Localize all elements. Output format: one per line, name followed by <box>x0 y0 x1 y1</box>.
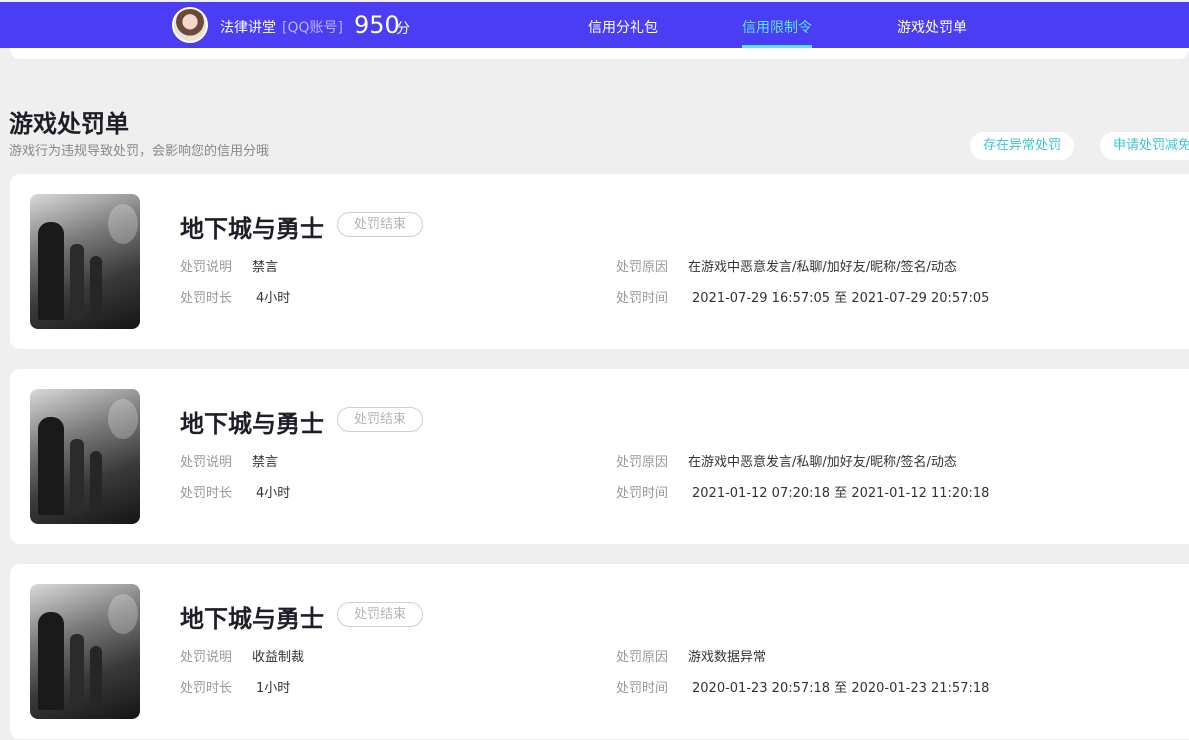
penalty-time-label: 处罚时间 <box>616 486 669 501</box>
penalty-card: 地下城与勇士 处罚结束 处罚说明 禁言 处罚时长 4小时 处罚原因 在游戏中恶意… <box>10 369 1189 544</box>
game-title: 地下城与勇士 <box>180 410 324 438</box>
account-type: [QQ账号] <box>282 20 343 36</box>
penalty-desc-value: 禁言 <box>252 260 279 275</box>
penalty-desc-label: 处罚说明 <box>180 260 233 275</box>
penalty-time-label: 处罚时间 <box>616 291 669 306</box>
status-badge: 处罚结束 <box>337 602 423 627</box>
game-thumbnail <box>30 194 140 329</box>
penalty-desc-label: 处罚说明 <box>180 455 233 470</box>
tab-credit-gift[interactable]: 信用分礼包 <box>588 17 658 37</box>
tab-credit-restriction[interactable]: 信用限制令 <box>742 17 812 37</box>
penalty-desc-value: 禁言 <box>252 455 279 470</box>
penalty-duration-label: 处罚时长 <box>180 486 233 501</box>
penalty-duration-label: 处罚时长 <box>180 291 233 306</box>
abnormal-penalty-button[interactable]: 存在异常处罚 <box>970 132 1075 160</box>
penalty-time-value: 2020-01-23 20:57:18 至 2020-01-23 21:57:1… <box>692 681 990 696</box>
game-thumbnail <box>30 389 140 524</box>
penalty-reason-value: 游戏数据异常 <box>688 650 767 665</box>
penalty-desc-value: 收益制裁 <box>252 650 305 665</box>
section-subtitle: 游戏行为违规导致处罚，会影响您的信用分哦 <box>9 144 270 159</box>
game-title: 地下城与勇士 <box>180 605 324 633</box>
top-bar: 法律讲堂 [QQ账号] 950 分 信用分礼包 信用限制令 游戏处罚单 <box>0 2 1189 48</box>
penalty-reason-label: 处罚原因 <box>616 260 669 275</box>
penalty-time-value: 2021-01-12 07:20:18 至 2021-01-12 11:20:1… <box>692 486 990 501</box>
penalty-duration-label: 处罚时长 <box>180 681 233 696</box>
penalty-reason-label: 处罚原因 <box>616 650 669 665</box>
game-title: 地下城与勇士 <box>180 215 324 243</box>
top-panel <box>10 48 1189 59</box>
apply-reduction-button[interactable]: 申请处罚减免 <box>1100 132 1189 160</box>
penalty-card: 地下城与勇士 处罚结束 处罚说明 收益制裁 处罚时长 1小时 处罚原因 游戏数据… <box>10 564 1189 739</box>
penalty-duration-value: 4小时 <box>256 291 291 306</box>
penalty-reason-value: 在游戏中恶意发言/私聊/加好友/昵称/签名/动态 <box>688 260 957 275</box>
penalty-time-value: 2021-07-29 16:57:05 至 2021-07-29 20:57:0… <box>692 291 990 306</box>
credit-score-unit: 分 <box>396 21 410 37</box>
penalty-time-label: 处罚时间 <box>616 681 669 696</box>
penalty-duration-value: 4小时 <box>256 486 291 501</box>
status-badge: 处罚结束 <box>337 407 423 432</box>
section-title: 游戏处罚单 <box>9 110 129 138</box>
penalty-duration-value: 1小时 <box>256 681 291 696</box>
penalty-reason-label: 处罚原因 <box>616 455 669 470</box>
avatar[interactable] <box>172 7 208 43</box>
penalty-desc-label: 处罚说明 <box>180 650 233 665</box>
username: 法律讲堂 <box>220 20 276 36</box>
penalty-card: 地下城与勇士 处罚结束 处罚说明 禁言 处罚时长 4小时 处罚原因 在游戏中恶意… <box>10 174 1189 349</box>
tab-game-penalty[interactable]: 游戏处罚单 <box>897 17 967 37</box>
status-badge: 处罚结束 <box>337 212 423 237</box>
game-thumbnail <box>30 584 140 719</box>
penalty-reason-value: 在游戏中恶意发言/私聊/加好友/昵称/签名/动态 <box>688 455 957 470</box>
credit-score: 950 <box>354 11 400 39</box>
